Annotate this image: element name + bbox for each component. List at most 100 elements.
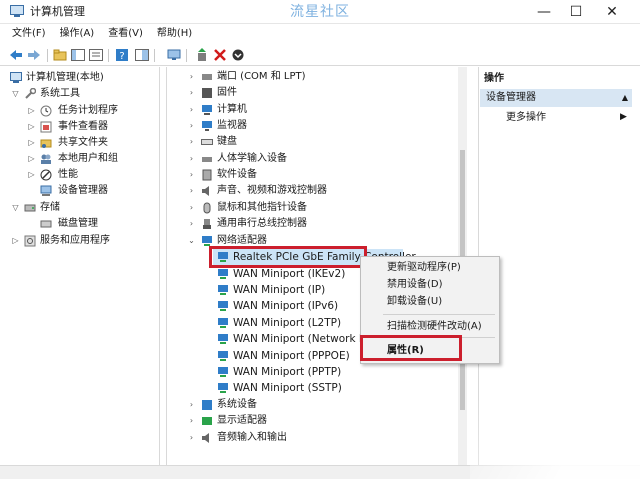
tree-item-label: 磁盘管理 — [58, 218, 98, 229]
tree-item-label: 本地用户和组 — [58, 153, 118, 164]
tree-item-disk-management[interactable]: 磁盘管理 — [0, 216, 160, 232]
back-icon[interactable] — [8, 47, 24, 63]
tree-item-computer-management[interactable]: 计算机管理(本地) — [0, 70, 160, 86]
enable-device-icon[interactable] — [230, 47, 246, 63]
tree-item-label: 任务计划程序 — [58, 105, 118, 116]
display-adapter-icon — [202, 417, 212, 425]
device-category-mice[interactable]: › 鼠标和其他指针设备 — [167, 200, 457, 216]
close-button[interactable]: ✕ — [596, 0, 628, 24]
tree-item-local-users[interactable]: ▷ 本地用户和组 — [0, 151, 160, 167]
folder-up-icon[interactable] — [52, 47, 68, 63]
device-category-software[interactable]: › 软件设备 — [167, 167, 457, 183]
device-item-wan-sstp[interactable]: WAN Miniport (SSTP) — [213, 380, 413, 396]
list-view-icon[interactable] — [88, 47, 104, 63]
tree-item-system-tools[interactable]: ▽ 系统工具 — [0, 86, 160, 102]
highlight-box-properties — [360, 335, 462, 361]
device-item-label: WAN Miniport (L2TP) — [233, 317, 342, 329]
tree-item-services-apps[interactable]: ▷ 服务和应用程序 — [0, 233, 160, 249]
tree-item-label: 服务和应用程序 — [40, 235, 110, 246]
chevron-right-icon[interactable]: › — [187, 85, 196, 101]
device-category-system[interactable]: › 系统设备 — [167, 397, 457, 413]
monitor-icon[interactable] — [166, 47, 182, 63]
submenu-arrow-icon: ▶ — [620, 112, 627, 122]
tree-item-task-scheduler[interactable]: ▷ 任务计划程序 — [0, 103, 160, 119]
more-actions-item[interactable]: 更多操作 — [506, 110, 546, 126]
speaker-icon — [202, 186, 209, 196]
device-category-computer[interactable]: › 计算机 — [167, 102, 457, 118]
chevron-right-icon[interactable]: ▷ — [27, 103, 36, 119]
device-item-label: WAN Miniport (PPTP) — [233, 366, 342, 378]
chevron-right-icon[interactable]: › — [187, 413, 196, 429]
computer-icon — [202, 105, 212, 115]
chevron-right-icon[interactable]: › — [187, 102, 196, 118]
tree-item-shared-folders[interactable]: ▷ 共享文件夹 — [0, 135, 160, 151]
actions-section-device-manager[interactable]: 设备管理器 ▲ — [480, 89, 632, 107]
menu-view[interactable]: 查看(V) — [108, 26, 143, 42]
minimize-button[interactable]: — — [528, 0, 560, 24]
update-driver-icon[interactable] — [194, 47, 210, 63]
mouse-icon — [203, 202, 211, 214]
chevron-right-icon[interactable]: › — [187, 216, 196, 232]
chevron-right-icon[interactable]: ▷ — [11, 233, 20, 249]
chevron-right-icon[interactable]: ▷ — [27, 167, 36, 183]
watermark-text: 流星社区 — [290, 4, 350, 20]
tree-item-label: 系统工具 — [40, 88, 80, 99]
tree-item-event-viewer[interactable]: ▷ 事件查看器 — [0, 119, 160, 135]
menu-item-scan-hardware[interactable]: 扫描检测硬件改动(A) — [387, 320, 482, 334]
device-category-hid[interactable]: › 人体学输入设备 — [167, 151, 457, 167]
device-category-keyboards[interactable]: › 键盘 — [167, 134, 457, 150]
device-category-label: 人体学输入设备 — [217, 153, 287, 164]
users-icon — [41, 154, 51, 164]
uninstall-icon[interactable] — [212, 47, 228, 63]
tools-icon — [25, 88, 36, 99]
device-category-label: 声音、视频和游戏控制器 — [217, 185, 327, 196]
chevron-right-icon[interactable]: ▷ — [27, 119, 36, 135]
network-card-icon — [218, 301, 228, 311]
menu-action[interactable]: 操作(A) — [60, 26, 95, 42]
toolbar-separator — [154, 49, 155, 62]
chevron-right-icon[interactable]: ▷ — [27, 151, 36, 167]
show-hide-tree-icon[interactable] — [70, 47, 86, 63]
device-category-firmware[interactable]: › 固件 — [167, 85, 457, 101]
toolbar-separator — [186, 49, 187, 62]
device-category-monitors[interactable]: › 监视器 — [167, 118, 457, 134]
chevron-right-icon[interactable]: › — [187, 151, 196, 167]
chevron-down-icon[interactable]: ▽ — [11, 200, 20, 216]
performance-icon — [40, 169, 52, 181]
forward-icon[interactable] — [26, 47, 42, 63]
maximize-button[interactable]: ☐ — [560, 0, 592, 24]
chevron-right-icon[interactable]: ▷ — [27, 135, 36, 151]
chevron-down-icon[interactable]: ⌄ — [187, 233, 196, 249]
chevron-right-icon[interactable]: › — [187, 134, 196, 150]
menu-separator — [383, 314, 495, 315]
actions-section-label: 设备管理器 — [486, 92, 536, 103]
tree-item-device-manager[interactable]: 设备管理器 — [0, 183, 160, 199]
tree-item-performance[interactable]: ▷ 性能 — [0, 167, 160, 183]
chevron-right-icon[interactable]: › — [187, 430, 196, 446]
collapse-icon[interactable]: ▲ — [622, 89, 628, 107]
chevron-right-icon[interactable]: › — [187, 69, 196, 85]
properties-view-icon[interactable] — [134, 47, 150, 63]
device-category-label: 键盘 — [217, 136, 237, 147]
device-category-display[interactable]: › 显示适配器 — [167, 413, 457, 429]
menu-help[interactable]: 帮助(H) — [157, 26, 192, 42]
device-category-sound[interactable]: › 声音、视频和游戏控制器 — [167, 183, 457, 199]
chevron-right-icon[interactable]: › — [187, 183, 196, 199]
chevron-right-icon[interactable]: › — [187, 118, 196, 134]
chevron-right-icon[interactable]: › — [187, 200, 196, 216]
device-category-usb[interactable]: › 通用串行总线控制器 — [167, 216, 457, 232]
menu-item-disable-device[interactable]: 禁用设备(D) — [387, 278, 443, 292]
chevron-right-icon[interactable]: › — [187, 167, 196, 183]
chevron-right-icon[interactable]: › — [187, 397, 196, 413]
device-category-label: 软件设备 — [217, 169, 257, 180]
chevron-down-icon[interactable]: ▽ — [11, 86, 20, 102]
device-category-ports[interactable]: › 端口 (COM 和 LPT) — [167, 69, 457, 85]
menu-item-update-driver[interactable]: 更新驱动程序(P) — [387, 261, 461, 275]
menu-item-uninstall-device[interactable]: 卸载设备(U) — [387, 295, 442, 309]
help-icon[interactable]: ? — [114, 47, 130, 63]
tree-item-storage[interactable]: ▽ 存储 — [0, 200, 160, 216]
device-category-label: 系统设备 — [217, 399, 257, 410]
menu-file[interactable]: 文件(F) — [12, 26, 46, 42]
device-item-wan-pptp[interactable]: WAN Miniport (PPTP) — [213, 364, 413, 380]
device-category-audio-io[interactable]: › 音频输入和输出 — [167, 430, 457, 446]
